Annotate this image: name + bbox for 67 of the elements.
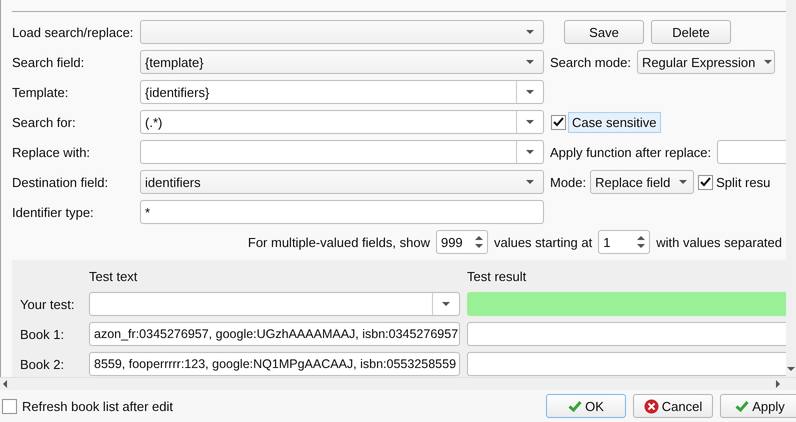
input-field[interactable] <box>717 140 786 164</box>
dropdown-field[interactable]: (.*) <box>140 110 544 134</box>
scrollbar[interactable] <box>786 0 796 378</box>
arrow-icon[interactable] <box>637 236 646 240</box>
caret-icon <box>526 120 534 124</box>
checkbox[interactable] <box>698 174 714 190</box>
checkbox-label[interactable]: Refresh book list after edit <box>22 398 174 414</box>
dropdown-field[interactable] <box>89 292 460 316</box>
field-label: For multiple-valued fields, show <box>248 234 430 250</box>
checkbox[interactable] <box>2 398 17 414</box>
caret-icon <box>637 244 646 248</box>
input-field[interactable]: 8559, fooperrrrr:123, google:NQ1MPgAACAAJ, isbn:0553258559 <box>89 352 460 376</box>
dialog-button[interactable]: Cancel <box>633 394 713 418</box>
caret-icon <box>526 30 534 34</box>
dropdown-field[interactable]: {template} <box>140 50 544 74</box>
field-label: with values separated <box>656 234 782 250</box>
input-field[interactable]: azon_fr:0345276957, google:UGzhAAAAMAAJ, isbn:0345276957 <box>89 322 460 346</box>
action-button[interactable]: Save <box>564 20 644 44</box>
field-label: Replace with: <box>12 144 92 160</box>
caret-icon <box>526 90 534 94</box>
dropdown-field[interactable] <box>140 20 544 44</box>
action-button[interactable]: Delete <box>651 20 731 44</box>
dropdown-field[interactable]: Regular Expression <box>636 50 775 74</box>
check-icon <box>553 117 564 127</box>
row-label: Book 1: <box>20 326 66 342</box>
check-icon <box>700 177 712 187</box>
caret-icon <box>474 244 483 248</box>
arrow-icon[interactable] <box>3 380 7 388</box>
caret-icon <box>526 150 534 154</box>
column-header: Test result <box>467 268 528 286</box>
caret-icon <box>526 180 534 184</box>
column-header: Test text <box>89 268 138 286</box>
caret-icon <box>787 367 795 372</box>
checkbox[interactable] <box>551 114 566 130</box>
checkbox-label[interactable]: Case sensitive <box>568 112 661 132</box>
cancel-icon <box>644 398 659 414</box>
field-label: Apply function after replace: <box>550 144 712 160</box>
spin-field[interactable]: 999 <box>436 230 488 254</box>
spin-field[interactable]: 1 <box>598 230 650 254</box>
dropdown-field[interactable]: Replace field <box>590 170 694 194</box>
checkbox-label[interactable]: Split resu <box>716 174 770 190</box>
caret-icon <box>679 180 688 184</box>
field-label: Search for: <box>12 114 77 130</box>
dropdown-field[interactable] <box>140 140 544 164</box>
field-label: Destination field: <box>12 174 110 190</box>
row-label: Book 2: <box>20 356 66 372</box>
input-field[interactable]: * <box>140 200 544 224</box>
caret-icon <box>764 60 772 64</box>
dropdown-field[interactable]: identifiers <box>140 170 544 194</box>
dropdown-field[interactable]: {identifiers} <box>140 80 544 104</box>
field-label: Search mode: <box>550 54 631 70</box>
dialog-button[interactable]: OK <box>546 394 626 418</box>
field-label: Identifier type: <box>12 204 95 220</box>
dialog-button[interactable]: Apply <box>720 394 796 418</box>
check-icon <box>568 400 582 412</box>
arrow-icon[interactable] <box>776 380 780 388</box>
row-label: Your test: <box>20 296 76 312</box>
field-label: Template: <box>12 84 70 100</box>
field-label: Load search/replace: <box>12 24 134 40</box>
scrollbar[interactable] <box>0 377 796 390</box>
field-label: Search field: <box>12 54 86 70</box>
caret-icon <box>442 302 450 306</box>
field-label: values starting at <box>494 234 592 250</box>
arrow-icon[interactable] <box>474 236 483 240</box>
field-label: Mode: <box>550 174 586 190</box>
caret-icon <box>526 60 534 64</box>
check-icon <box>735 400 750 412</box>
